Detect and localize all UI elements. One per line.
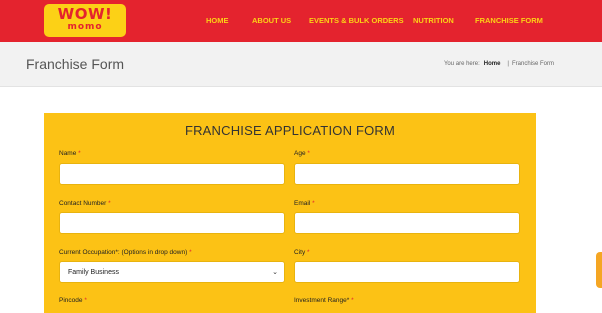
site-header: WOW! momo HOME ABOUT US EVENTS & BULK OR… xyxy=(0,0,602,42)
logo-wow-text: WOW! xyxy=(57,5,113,23)
required-mark: * xyxy=(307,249,310,256)
nav-franchise-form[interactable]: FRANCHISE FORM xyxy=(475,16,543,25)
city-label-text: City xyxy=(294,249,306,256)
nav-home[interactable]: HOME xyxy=(206,16,229,25)
age-input[interactable] xyxy=(294,163,520,185)
email-input[interactable] xyxy=(294,212,520,234)
email-label: Email * xyxy=(294,200,315,207)
required-mark: * xyxy=(84,297,87,304)
occupation-label-text: Current Occupation*: (Options in drop do… xyxy=(59,249,188,256)
page-title: Franchise Form xyxy=(26,56,125,72)
required-mark: * xyxy=(312,200,315,207)
investment-range-label-text: Investment Range* xyxy=(294,297,350,304)
wow-momo-logo[interactable]: WOW! momo xyxy=(44,4,126,37)
pincode-label: Pincode * xyxy=(59,297,87,304)
breadcrumb-current: Franchise Form xyxy=(511,61,554,67)
page-title-bar: Franchise Form You are here: Home | Franchi… xyxy=(0,42,602,87)
required-mark: * xyxy=(351,297,354,304)
age-label-text: Age xyxy=(294,150,306,157)
investment-range-label: Investment Range* * xyxy=(294,297,354,304)
required-mark: * xyxy=(108,200,111,207)
logo-momo-text: momo xyxy=(67,22,103,32)
breadcrumb-separator: | xyxy=(507,61,509,67)
nav-about-us[interactable]: ABOUT US xyxy=(252,16,291,25)
chevron-down-icon: ⌄ xyxy=(272,269,278,276)
breadcrumb-home-link[interactable]: Home xyxy=(484,61,501,67)
nav-events-bulk-orders[interactable]: EVENTS & BULK ORDERS xyxy=(309,16,404,25)
city-input[interactable] xyxy=(294,261,520,283)
contact-number-label-text: Contact Number xyxy=(59,200,107,207)
nav-nutrition[interactable]: NUTRITION xyxy=(413,16,454,25)
breadcrumb: You are here: Home | Franchise Form xyxy=(444,61,554,67)
floating-side-button[interactable] xyxy=(596,252,602,288)
form-title: FRANCHISE APPLICATION FORM xyxy=(184,123,396,138)
required-mark: * xyxy=(78,150,81,157)
franchise-form-panel: FRANCHISE APPLICATION FORM Name * Age * … xyxy=(44,113,536,313)
occupation-selected-value: Family Business xyxy=(68,269,119,276)
email-label-text: Email xyxy=(294,200,311,207)
occupation-select[interactable]: Family Business ⌄ xyxy=(59,261,285,283)
contact-number-label: Contact Number * xyxy=(59,200,111,207)
city-label: City * xyxy=(294,249,310,256)
age-label: Age * xyxy=(294,150,310,157)
name-input[interactable] xyxy=(59,163,285,185)
contact-number-input[interactable] xyxy=(59,212,285,234)
pincode-label-text: Pincode xyxy=(59,297,83,304)
name-label: Name * xyxy=(59,150,81,157)
breadcrumb-prefix: You are here: xyxy=(443,61,480,67)
required-mark: * xyxy=(189,249,192,256)
occupation-label: Current Occupation*: (Options in drop do… xyxy=(59,249,192,256)
name-label-text: Name xyxy=(59,150,77,157)
required-mark: * xyxy=(307,150,310,157)
